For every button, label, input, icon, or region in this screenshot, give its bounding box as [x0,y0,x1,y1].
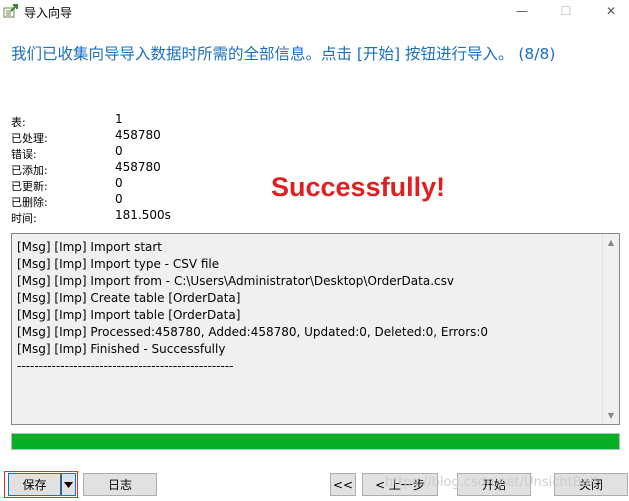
log-line: [Msg] [Imp] Import start [17,240,163,254]
log-lines: [Msg] [Imp] Import start [Msg] [Imp] Imp… [17,239,488,375]
stat-value-time: 181.500s [115,208,171,222]
stat-row: 已添加: 458780 [11,160,311,177]
stat-value-tables: 1 [115,112,123,126]
stat-label-time: 时间: [11,212,37,225]
minimize-button[interactable]: — [505,0,539,22]
save-dropdown-button[interactable] [61,473,76,496]
first-step-button[interactable]: << [330,473,356,496]
log-line: [Msg] [Imp] Import table [OrderData] [17,308,241,322]
stat-row: 时间: 181.500s [11,208,311,225]
log-line: [Msg] [Imp] Import type - CSV file [17,257,220,271]
stat-row: 表: 1 [11,112,311,129]
import-log[interactable]: [Msg] [Imp] Import start [Msg] [Imp] Imp… [11,233,620,425]
stat-row: 已更新: 0 [11,176,311,193]
scroll-down-icon[interactable]: ▼ [603,407,619,424]
import-stats: 表: 1 已处理: 458780 错误: 0 已添加: 458780 已更新: … [11,112,311,225]
save-button[interactable]: 保存 [8,473,61,496]
progress-fill [12,434,619,449]
stat-value-deleted: 0 [115,192,123,206]
close-window-button[interactable]: ✕ [594,0,628,22]
log-line: [Msg] [Imp] Create table [OrderData] [17,291,241,305]
save-split-button: 保存 [4,471,78,498]
title-bar: 导入向导 — ☐ ✕ [0,0,629,22]
window-title: 导入向导 [24,6,73,20]
log-scrollbar[interactable]: ▲ ▼ [602,234,619,424]
stat-value-processed: 458780 [115,128,161,142]
success-banner: Successfully! [271,172,446,202]
stat-row: 已删除: 0 [11,192,311,209]
log-line: [Msg] [Imp] Processed:458780, Added:4587… [17,325,489,339]
import-wizard-icon [3,4,18,18]
stat-row: 已处理: 458780 [11,128,311,145]
wizard-instruction: 我们已收集向导导入数据时所需的全部信息。点击 [开始] 按钮进行导入。 (8/8… [11,45,556,63]
stat-value-updated: 0 [115,176,123,190]
maximize-button[interactable]: ☐ [549,0,583,22]
stat-value-added: 458780 [115,160,161,174]
scroll-up-icon[interactable]: ▲ [603,234,619,251]
stat-row: 错误: 0 [11,144,311,161]
watermark: https://blog.csdn.net/UnsichtBait [385,475,599,490]
log-line: [Msg] [Imp] Finished - Successfully [17,342,226,356]
log-line: ----------------------------------------… [17,359,234,373]
import-progress-bar [11,433,620,450]
log-line: [Msg] [Imp] Import from - C:\Users\Admin… [17,274,454,288]
stat-value-errors: 0 [115,144,123,158]
log-button[interactable]: 日志 [83,473,157,496]
caret-down-icon [64,481,73,488]
